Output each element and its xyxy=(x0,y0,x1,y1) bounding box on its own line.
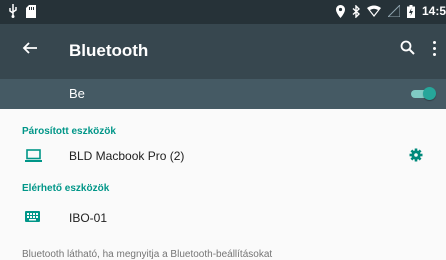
status-bar: 14:5 xyxy=(0,0,446,24)
toggle-thumb xyxy=(423,87,436,100)
paired-device-row[interactable]: BLD Macbook Pro (2) xyxy=(0,143,446,171)
usb-icon xyxy=(9,4,17,18)
page-title: Bluetooth xyxy=(69,41,149,60)
search-icon[interactable] xyxy=(400,40,415,55)
bluetooth-icon xyxy=(352,4,360,18)
toolbar: Bluetooth xyxy=(0,24,446,79)
location-icon xyxy=(335,4,345,18)
master-switch-label: Be xyxy=(69,86,85,101)
wifi-icon xyxy=(366,5,381,17)
bluetooth-master-switch-bar[interactable]: Be xyxy=(0,79,446,109)
back-arrow-icon[interactable] xyxy=(22,40,38,56)
paired-devices-header: Párosított eszközök xyxy=(22,126,116,137)
paired-device-name: BLD Macbook Pro (2) xyxy=(69,149,185,163)
status-right-icons: 14:5 xyxy=(335,4,446,18)
status-left-icons xyxy=(8,4,36,18)
more-vert-icon[interactable] xyxy=(432,41,438,59)
clock: 14:5 xyxy=(421,4,446,18)
sd-card-icon xyxy=(26,4,36,18)
bluetooth-toggle[interactable] xyxy=(411,87,436,101)
available-device-row[interactable]: IBO-01 xyxy=(0,205,446,233)
visibility-info-text: Bluetooth látható, ha megnyitja a Blueto… xyxy=(22,249,273,260)
laptop-icon xyxy=(25,149,42,162)
signal-icon xyxy=(387,5,400,17)
keyboard-icon xyxy=(25,211,40,222)
battery-icon xyxy=(406,4,415,18)
gear-icon[interactable] xyxy=(409,148,423,162)
available-devices-header: Elérhető eszközök xyxy=(22,183,110,194)
available-device-name: IBO-01 xyxy=(69,211,108,225)
